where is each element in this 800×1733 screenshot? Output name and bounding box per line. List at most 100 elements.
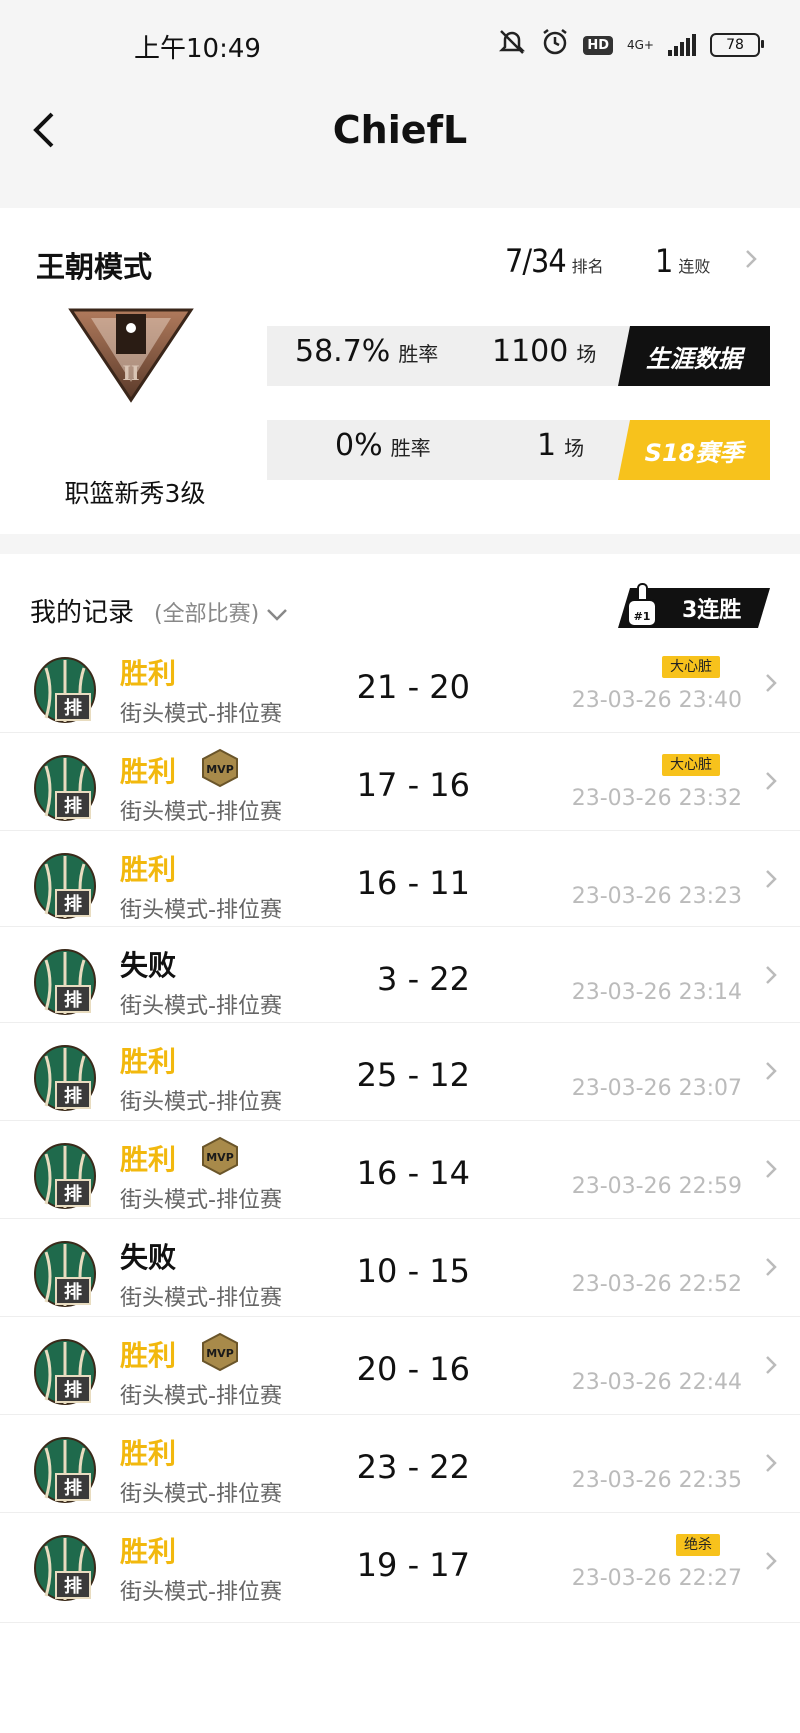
streak-info[interactable]: 1 连败 bbox=[655, 242, 710, 280]
record-row[interactable]: 排 胜利 街头模式-排位赛 17 - 16 23-03-26 23:32 大心脏… bbox=[0, 732, 800, 831]
record-time: 23-03-26 23:14 bbox=[571, 980, 742, 1005]
nav-bar: ChiefL bbox=[0, 92, 800, 170]
chevron-right-icon bbox=[764, 1354, 778, 1382]
signal-icon bbox=[668, 34, 696, 56]
record-mode: 街头模式-排位赛 bbox=[120, 1580, 282, 1605]
record-mode: 街头模式-排位赛 bbox=[120, 1482, 282, 1507]
chevron-right-icon bbox=[764, 964, 778, 992]
chevron-right-icon bbox=[764, 1256, 778, 1284]
season-win-rate: 0% bbox=[335, 428, 383, 463]
status-icons: HD 4G+ 78 bbox=[497, 28, 764, 62]
record-row[interactable]: 排 失败 街头模式-排位赛 10 - 15 23-03-26 22:52 bbox=[0, 1218, 800, 1317]
chevron-right-icon bbox=[764, 1452, 778, 1480]
streak-value: 1 bbox=[655, 242, 673, 280]
record-result: 失败 bbox=[120, 1241, 177, 1274]
svg-text:排: 排 bbox=[64, 697, 82, 719]
career-stats: 58.7% 胜率 1100 场 生涯数据 bbox=[267, 326, 770, 386]
records-filter[interactable]: (全部比赛) bbox=[154, 596, 288, 628]
ranked-logo-icon: 排 bbox=[34, 755, 96, 821]
foam-finger-icon: #1 bbox=[627, 583, 657, 627]
records-title: 我的记录 bbox=[30, 598, 135, 628]
svg-text:排: 排 bbox=[64, 795, 82, 817]
record-result: 胜利 bbox=[120, 1143, 177, 1176]
mvp-label: MVP bbox=[206, 1151, 234, 1164]
record-row[interactable]: 排 胜利 街头模式-排位赛 20 - 16 23-03-26 22:44 MVP bbox=[0, 1316, 800, 1415]
mvp-badge: MVP bbox=[200, 1136, 240, 1176]
record-mode: 街头模式-排位赛 bbox=[120, 1384, 282, 1409]
svg-text:排: 排 bbox=[64, 1477, 82, 1499]
record-result: 胜利 bbox=[120, 1339, 177, 1372]
record-row[interactable]: 排 胜利 街头模式-排位赛 16 - 14 23-03-26 22:59 MVP bbox=[0, 1120, 800, 1219]
season-stats: 0% 胜率 1 场 S18赛季 bbox=[267, 420, 770, 480]
svg-text:排: 排 bbox=[64, 989, 82, 1011]
chevron-right-icon bbox=[764, 770, 778, 798]
record-tag: 绝杀 bbox=[676, 1534, 720, 1556]
record-mode: 街头模式-排位赛 bbox=[120, 994, 282, 1019]
record-time: 23-03-26 22:27 bbox=[571, 1566, 742, 1591]
chevron-right-icon bbox=[764, 1158, 778, 1186]
mvp-label: MVP bbox=[206, 763, 234, 776]
svg-text:排: 排 bbox=[64, 1085, 82, 1107]
record-score: 20 - 16 bbox=[356, 1350, 470, 1388]
record-result: 胜利 bbox=[120, 1437, 177, 1470]
network-label: 4G+ bbox=[627, 38, 654, 52]
record-score: 10 - 15 bbox=[356, 1252, 470, 1290]
record-row[interactable]: 排 胜利 街头模式-排位赛 19 - 17 23-03-26 22:27 绝杀 bbox=[0, 1512, 800, 1623]
record-row[interactable]: 排 胜利 街头模式-排位赛 21 - 20 23-03-26 23:40 大心脏 bbox=[0, 634, 800, 733]
svg-text:排: 排 bbox=[64, 1183, 82, 1205]
record-time: 23-03-26 23:40 bbox=[571, 688, 742, 713]
mvp-badge: MVP bbox=[200, 1332, 240, 1372]
record-row[interactable]: 排 失败 街头模式-排位赛 3 - 22 23-03-26 23:14 bbox=[0, 926, 800, 1023]
chevron-right-icon[interactable] bbox=[744, 248, 758, 276]
ranked-logo-icon: 排 bbox=[34, 853, 96, 919]
record-mode: 街头模式-排位赛 bbox=[120, 1286, 282, 1311]
record-time: 23-03-26 22:52 bbox=[571, 1272, 742, 1297]
record-time: 23-03-26 22:59 bbox=[571, 1174, 742, 1199]
svg-text:排: 排 bbox=[64, 1575, 82, 1597]
chevron-right-icon bbox=[764, 672, 778, 700]
mode-card: 王朝模式 7/34 排名 1 连败 II 职篮新秀3级 58.7% 胜率 110… bbox=[0, 208, 800, 534]
ranked-logo-icon: 排 bbox=[34, 1143, 96, 1209]
mvp-badge: MVP bbox=[200, 748, 240, 788]
badge-name: 职篮新秀3级 bbox=[64, 479, 206, 508]
record-mode: 街头模式-排位赛 bbox=[120, 702, 282, 727]
record-score: 16 - 14 bbox=[356, 1154, 470, 1192]
ranked-logo-icon: 排 bbox=[34, 1241, 96, 1307]
record-mode: 街头模式-排位赛 bbox=[120, 1188, 282, 1213]
record-time: 23-03-26 22:44 bbox=[571, 1370, 742, 1395]
status-time: 上午10:49 bbox=[134, 34, 261, 64]
alarm-icon bbox=[541, 28, 569, 62]
record-time: 23-03-26 23:32 bbox=[571, 786, 742, 811]
career-games: 1100 bbox=[492, 334, 569, 369]
record-score: 25 - 12 bbox=[356, 1056, 470, 1094]
status-bar: 上午10:49 HD 4G+ 78 bbox=[0, 0, 800, 92]
rank-label: 排名 bbox=[571, 257, 604, 276]
record-score: 16 - 11 bbox=[356, 864, 470, 902]
chevron-down-icon bbox=[267, 609, 288, 621]
season-button[interactable]: S18赛季 bbox=[618, 420, 770, 480]
career-win-rate: 58.7% bbox=[295, 334, 391, 369]
record-score: 19 - 17 bbox=[356, 1546, 470, 1584]
ranked-logo-icon: 排 bbox=[34, 1339, 96, 1405]
svg-text:排: 排 bbox=[64, 1281, 82, 1303]
rank-value: 7/34 bbox=[505, 242, 567, 280]
record-score: 3 - 22 bbox=[377, 960, 470, 998]
streak-label: 连败 bbox=[678, 257, 711, 276]
record-row[interactable]: 排 胜利 街头模式-排位赛 25 - 12 23-03-26 23:07 bbox=[0, 1022, 800, 1121]
win-streak-badge: #1 3连胜 bbox=[618, 582, 770, 632]
page-title: ChiefL bbox=[332, 108, 468, 152]
rank-info[interactable]: 7/34 排名 bbox=[505, 242, 604, 280]
record-mode: 街头模式-排位赛 bbox=[120, 898, 282, 923]
record-time: 23-03-26 22:35 bbox=[571, 1468, 742, 1493]
ranked-logo-icon: 排 bbox=[34, 657, 96, 723]
chevron-right-icon bbox=[764, 868, 778, 896]
rank-badge: II 职篮新秀3级 bbox=[40, 300, 230, 508]
ranked-logo-icon: 排 bbox=[34, 1045, 96, 1111]
battery-level: 78 bbox=[726, 37, 744, 53]
svg-text:II: II bbox=[122, 360, 139, 385]
record-mode: 街头模式-排位赛 bbox=[120, 800, 282, 825]
career-data-button[interactable]: 生涯数据 bbox=[618, 326, 770, 386]
record-row[interactable]: 排 胜利 街头模式-排位赛 16 - 11 23-03-26 23:23 bbox=[0, 830, 800, 927]
record-row[interactable]: 排 胜利 街头模式-排位赛 23 - 22 23-03-26 22:35 bbox=[0, 1414, 800, 1513]
career-win-rate-label: 胜率 bbox=[398, 342, 439, 366]
